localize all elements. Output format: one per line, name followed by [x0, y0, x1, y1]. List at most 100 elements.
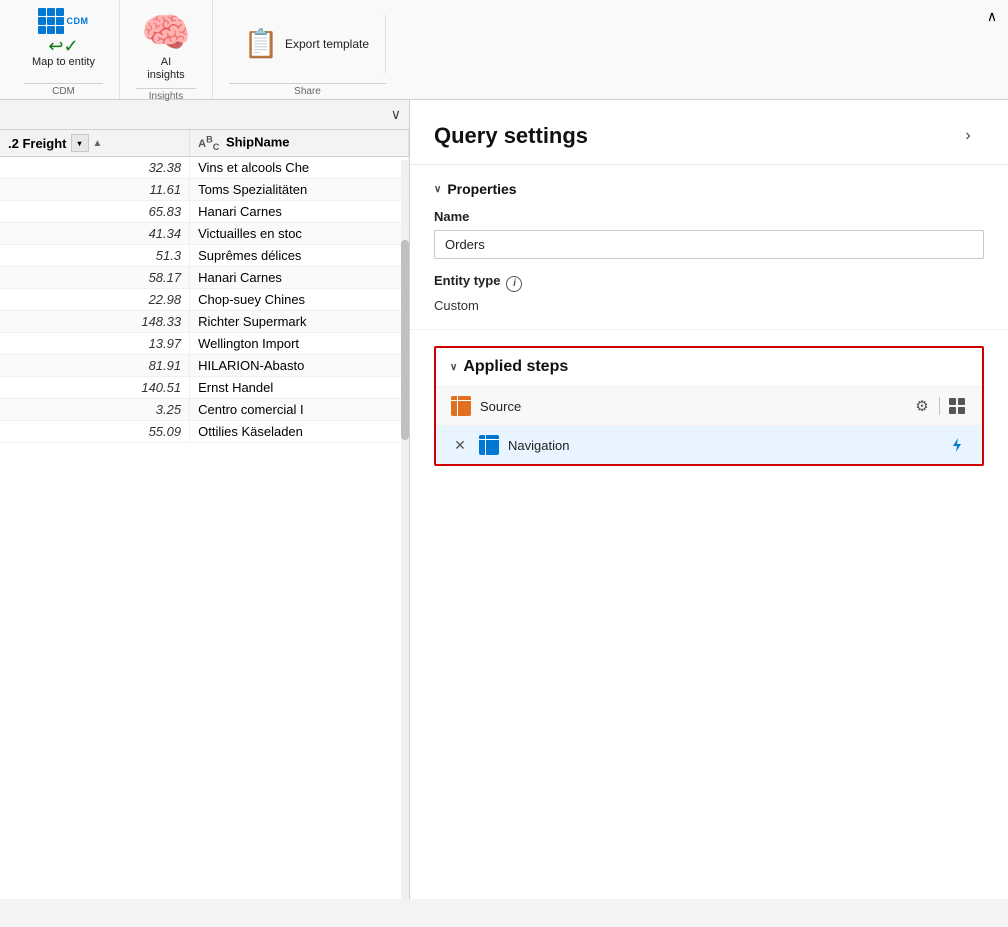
entity-type-label: Entity type	[434, 273, 500, 288]
export-template-icon: 📋	[245, 24, 277, 64]
freight-cell: 65.83	[0, 201, 190, 223]
shipname-cell: HILARION-Abasto	[190, 355, 409, 377]
freight-label: .2 Freight	[8, 136, 67, 151]
collapse-data-panel-button[interactable]: ∨	[391, 106, 401, 123]
data-panel-header: ∨	[0, 100, 409, 130]
export-template-button[interactable]: 📋 Export template	[229, 14, 386, 74]
table-row: 51.3 Suprêmes délices	[0, 245, 409, 267]
applied-steps-box: ∨ Applied steps Source ⚙	[434, 346, 984, 466]
properties-chevron-icon: ∨	[434, 184, 441, 195]
source-view-icon[interactable]	[946, 395, 968, 417]
map-to-entity-label: Map to entity	[32, 56, 95, 69]
shipname-cell: Centro comercial I	[190, 399, 409, 421]
applied-steps-header[interactable]: ∨ Applied steps	[436, 348, 982, 386]
navigation-step-actions	[946, 434, 968, 456]
shipname-cell: Hanari Carnes	[190, 267, 409, 289]
source-gear-icon[interactable]: ⚙	[911, 395, 933, 417]
map-to-entity-button[interactable]: CDM ↩✓ Map to entity	[24, 6, 103, 73]
source-table-icon	[450, 395, 472, 417]
query-settings-panel: Query settings › ∨ Properties Name Entit…	[410, 100, 1008, 899]
cdm-group-label: CDM	[24, 83, 103, 97]
freight-cell: 140.51	[0, 377, 190, 399]
applied-steps-section: ∨ Applied steps Source ⚙	[410, 330, 1008, 899]
table-row: 148.33 Richter Supermark	[0, 311, 409, 333]
shipname-cell: Vins et alcools Che	[190, 157, 409, 179]
freight-cell: 55.09	[0, 421, 190, 443]
sort-up-icon: ▲	[93, 138, 103, 149]
scrollbar[interactable]	[401, 160, 409, 899]
navigation-lightning-icon[interactable]	[946, 434, 968, 456]
brain-icon: 🧠	[144, 10, 188, 54]
table-row: 81.91 HILARION-Abasto	[0, 355, 409, 377]
insights-group-label: Insights	[136, 88, 196, 102]
entity-type-info-icon[interactable]: i	[506, 276, 522, 292]
freight-cell: 58.17	[0, 267, 190, 289]
entity-type-group: Entity type i Custom	[434, 273, 984, 313]
type-icon-abc: ABC	[198, 138, 219, 150]
shipname-cell: Ottilies Käseladen	[190, 421, 409, 443]
name-input[interactable]	[434, 230, 984, 259]
shipname-cell: Wellington Import	[190, 333, 409, 355]
ribbon-group-share: 📋 Export template Share	[213, 0, 402, 99]
applied-steps-chevron-icon: ∨	[450, 362, 457, 373]
shipname-cell: Ernst Handel	[190, 377, 409, 399]
ribbon-group-cdm: CDM ↩✓ Map to entity CDM	[8, 0, 120, 99]
ai-insights-button[interactable]: 🧠 AIinsights	[136, 6, 196, 86]
scroll-thumb[interactable]	[401, 240, 409, 440]
freight-cell: 3.25	[0, 399, 190, 421]
query-settings-title: Query settings	[434, 123, 588, 149]
data-table: .2 Freight ▾ ▲ ABC ShipName 32.38	[0, 130, 409, 899]
shipname-column-header[interactable]: ABC ShipName	[190, 130, 409, 157]
shipname-cell: Toms Spezialitäten	[190, 179, 409, 201]
freight-cell: 32.38	[0, 157, 190, 179]
name-label: Name	[434, 209, 984, 224]
shipname-cell: Victuailles en stoc	[190, 223, 409, 245]
source-divider	[939, 397, 940, 415]
export-template-label: Export template	[285, 37, 369, 51]
table-row: 3.25 Centro comercial I	[0, 399, 409, 421]
query-settings-expand-button[interactable]: ›	[952, 120, 984, 152]
freight-cell: 41.34	[0, 223, 190, 245]
navigation-step-label: Navigation	[508, 438, 946, 453]
table-row: 11.61 Toms Spezialitäten	[0, 179, 409, 201]
table-row: 41.34 Victuailles en stoc	[0, 223, 409, 245]
shipname-cell: Hanari Carnes	[190, 201, 409, 223]
ribbon: CDM ↩✓ Map to entity CDM 🧠 AIinsights In…	[0, 0, 1008, 100]
step-navigation[interactable]: ✕ Navigation	[436, 425, 982, 464]
table-row: 65.83 Hanari Carnes	[0, 201, 409, 223]
navigation-table-icon	[478, 434, 500, 456]
freight-dropdown-button[interactable]: ▾	[71, 134, 89, 152]
shipname-cell: Chop-suey Chines	[190, 289, 409, 311]
table-row: 22.98 Chop-suey Chines	[0, 289, 409, 311]
shipname-label: ShipName	[226, 135, 290, 150]
navigation-delete-icon[interactable]: ✕	[450, 435, 470, 455]
step-source[interactable]: Source ⚙	[436, 386, 982, 425]
table-row: 55.09 Ottilies Käseladen	[0, 421, 409, 443]
freight-column-header[interactable]: .2 Freight ▾ ▲	[0, 130, 190, 157]
cdm-icon: CDM ↩✓	[41, 10, 85, 54]
freight-cell: 22.98	[0, 289, 190, 311]
freight-cell: 13.97	[0, 333, 190, 355]
share-group-label: Share	[229, 83, 386, 97]
name-field-group: Name	[434, 209, 984, 259]
shipname-cell: Suprêmes délices	[190, 245, 409, 267]
source-step-actions: ⚙	[911, 395, 968, 417]
properties-section-header[interactable]: ∨ Properties	[434, 181, 984, 197]
freight-cell: 11.61	[0, 179, 190, 201]
freight-cell: 51.3	[0, 245, 190, 267]
main-area: ∨ .2 Freight ▾ ▲ ABC	[0, 100, 1008, 899]
freight-cell: 81.91	[0, 355, 190, 377]
ribbon-group-insights: 🧠 AIinsights Insights	[120, 0, 213, 99]
source-step-label: Source	[480, 399, 911, 414]
entity-type-value: Custom	[434, 298, 984, 313]
table-row: 58.17 Hanari Carnes	[0, 267, 409, 289]
properties-section: ∨ Properties Name Entity type i Custom	[410, 165, 1008, 330]
ribbon-collapse-button[interactable]: ∧	[980, 4, 1004, 28]
entity-type-row: Entity type i	[434, 273, 984, 294]
table-row: 140.51 Ernst Handel	[0, 377, 409, 399]
properties-label: Properties	[447, 181, 516, 197]
table-row: 32.38 Vins et alcools Che	[0, 157, 409, 179]
shipname-cell: Richter Supermark	[190, 311, 409, 333]
query-settings-header: Query settings ›	[410, 100, 1008, 165]
table-row: 13.97 Wellington Import	[0, 333, 409, 355]
